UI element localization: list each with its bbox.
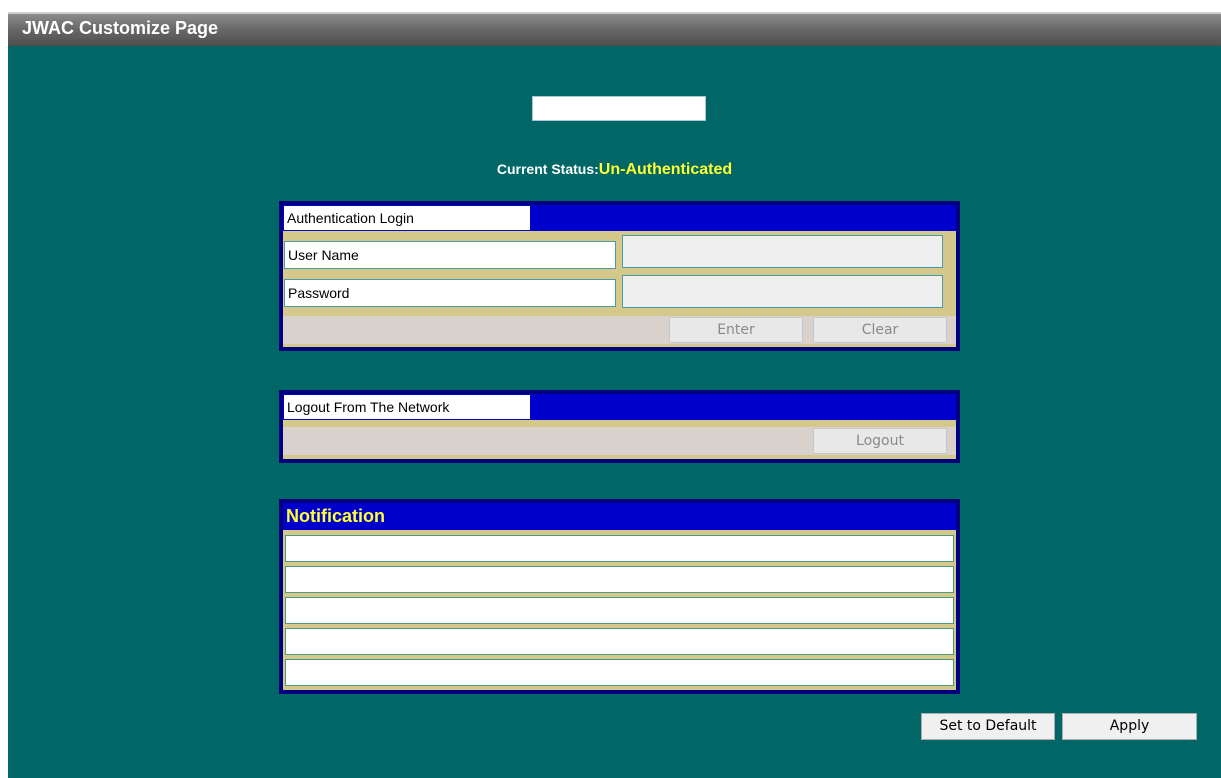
logout-header-row: Logout From The Network [283,394,956,420]
username-field[interactable] [622,235,943,268]
status-label: Current Status: [496,161,599,177]
page-title: JWAC Customize Page [22,18,219,38]
clear-button[interactable]: Clear [813,317,947,343]
notification-line-4[interactable] [285,628,954,655]
current-status: Current Status:Un-Authenticated [8,161,1221,179]
apply-button[interactable]: Apply [1062,713,1197,740]
notification-line-1[interactable] [285,535,954,562]
username-label[interactable]: User Name [284,241,616,269]
logout-panel: Logout From The Network Logout [279,390,960,463]
auth-button-row: Enter Clear [283,316,956,344]
logout-header-label[interactable]: Logout From The Network [284,395,530,419]
notification-line-2[interactable] [285,566,954,593]
auth-header-row: Authentication Login [283,205,956,231]
notification-panel: Notification [279,499,960,694]
title-bar: JWAC Customize Page [8,12,1221,46]
enter-button[interactable]: Enter [669,317,803,343]
password-field[interactable] [622,275,943,308]
auth-login-panel: Authentication Login User Name Password … [279,201,960,351]
notification-line-5[interactable] [285,659,954,686]
page-heading-input[interactable] [532,96,706,121]
set-to-default-button[interactable]: Set to Default [921,713,1055,740]
auth-header-label[interactable]: Authentication Login [284,206,530,230]
notification-line-3[interactable] [285,597,954,624]
logout-button-row: Logout [283,427,956,455]
logout-button[interactable]: Logout [813,428,947,454]
notification-header: Notification [283,503,956,530]
password-label[interactable]: Password [284,279,616,307]
status-value: Un-Authenticated [598,161,733,178]
content-area: Current Status:Un-Authenticated Authenti… [8,46,1221,778]
